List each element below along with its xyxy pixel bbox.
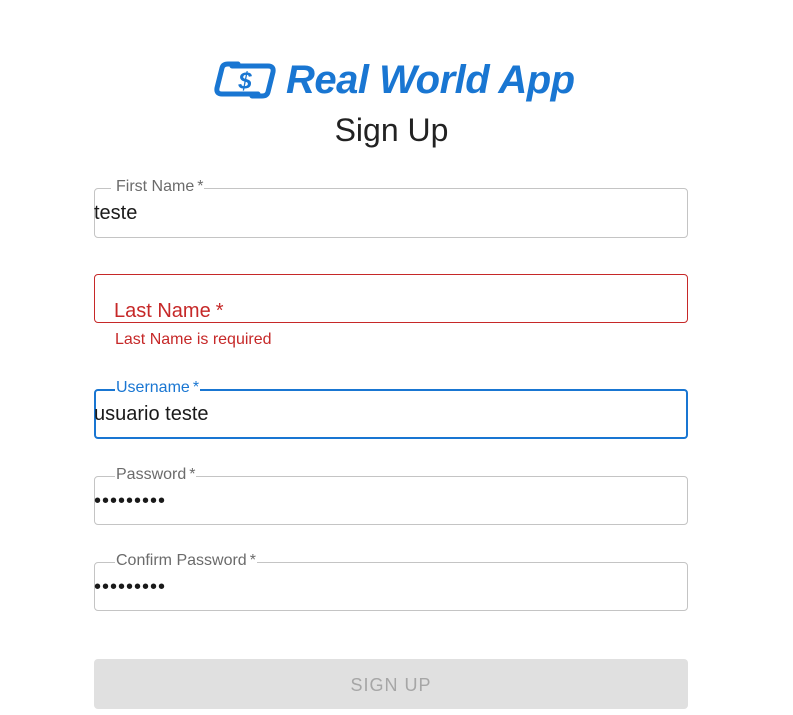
page-title: Sign Up (334, 112, 449, 148)
username-input[interactable]: usuario teste (94, 401, 209, 427)
svg-text:$: $ (237, 68, 252, 95)
password-label: Password * (115, 465, 197, 485)
first-name-field[interactable]: First Name * First Name* teste (94, 177, 688, 238)
password-field[interactable]: Password * ••••••••• (94, 465, 688, 525)
dollar-card-icon: $ (214, 61, 276, 99)
confirm-password-field[interactable]: Confirm Password * ••••••••• (94, 551, 688, 611)
confirm-password-input[interactable]: ••••••••• (94, 574, 166, 600)
sign-up-button[interactable]: SIGN UP (94, 659, 688, 709)
last-name-error-text: Last Name is required (115, 331, 272, 348)
confirm-password-label: Confirm Password * (115, 551, 257, 571)
first-name-label: First Name * (115, 177, 205, 197)
username-label: Username * (115, 378, 201, 398)
app-name: Real World App (286, 57, 575, 102)
last-name-label[interactable]: Last Name * (114, 300, 224, 323)
signup-page: $ Real World App Sign Up First Name * Fi… (0, 0, 793, 715)
first-name-input[interactable]: teste (94, 200, 137, 226)
brand-header: $ Real World App (212, 56, 575, 104)
username-field[interactable]: Username * usuario teste (94, 378, 688, 439)
last-name-field[interactable]: Last Name * (94, 274, 688, 323)
password-input[interactable]: ••••••••• (94, 488, 166, 514)
